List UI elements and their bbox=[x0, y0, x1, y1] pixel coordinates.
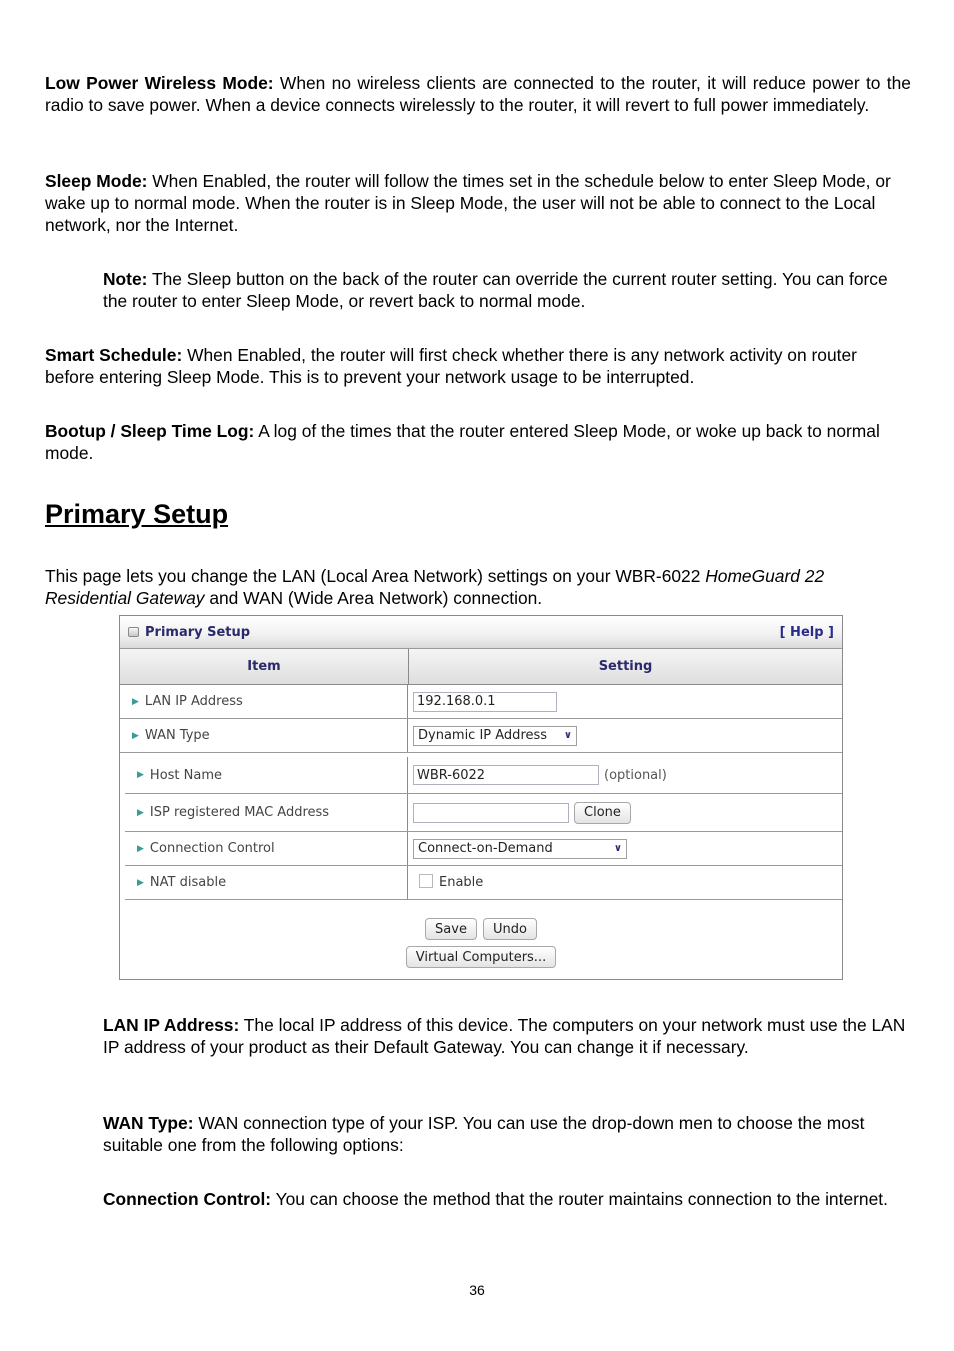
row-arrow-icon: ▶ bbox=[137, 843, 144, 854]
sleep-mode-paragraph: Sleep Mode: When Enabled, the router wil… bbox=[45, 170, 911, 236]
note-paragraph: Note: The Sleep button on the back of th… bbox=[103, 268, 911, 312]
lan-ip-label: LAN IP Address bbox=[144, 694, 243, 709]
connection-control-desc-text: You can choose the method that the route… bbox=[271, 1189, 888, 1209]
table-header: Item Setting bbox=[120, 649, 842, 685]
host-name-optional-note: (optional) bbox=[604, 767, 667, 783]
connection-control-description: Connection Control: You can choose the m… bbox=[103, 1188, 911, 1210]
intro-text-1: This page lets you change the LAN (Local… bbox=[45, 566, 706, 586]
save-button[interactable]: Save bbox=[425, 918, 477, 940]
connection-control-value: Connect-on-Demand bbox=[418, 841, 553, 856]
row-arrow-icon: ▶ bbox=[132, 696, 139, 707]
panel-title-bar: Primary Setup [ Help ] bbox=[120, 616, 842, 649]
chevron-down-icon: ∨ bbox=[613, 843, 622, 854]
bootup-log-paragraph: Bootup / Sleep Time Log: A log of the ti… bbox=[45, 420, 911, 464]
note-label: Note: bbox=[103, 269, 148, 289]
panel-title: Primary Setup bbox=[145, 624, 251, 640]
lan-ip-desc-label: LAN IP Address: bbox=[103, 1015, 240, 1035]
low-power-label: Low Power Wireless Mode: bbox=[45, 73, 274, 93]
table-row: ▶ NAT disable Enable bbox=[125, 866, 842, 900]
table-row: ▶ Host Name (optional) bbox=[125, 757, 842, 794]
wan-type-desc-text: WAN connection type of your ISP. You can… bbox=[103, 1113, 865, 1155]
intro-text-2: and WAN (Wide Area Network) connection. bbox=[204, 588, 543, 608]
table-row: ▶ ISP registered MAC Address Clone bbox=[125, 794, 842, 832]
help-link[interactable]: [ Help ] bbox=[780, 625, 834, 640]
nat-enable-label: Enable bbox=[439, 875, 484, 890]
section-heading: Primary Setup bbox=[45, 499, 229, 529]
wan-type-desc-label: WAN Type: bbox=[103, 1113, 194, 1133]
button-area: Save Undo Virtual Computers... bbox=[120, 900, 842, 968]
table-row: ▶ LAN IP Address bbox=[120, 685, 842, 719]
lan-ip-input[interactable] bbox=[413, 691, 557, 712]
connection-control-label: Connection Control bbox=[149, 841, 275, 856]
connection-control-desc-label: Connection Control: bbox=[103, 1189, 272, 1209]
nat-disable-label: NAT disable bbox=[149, 875, 227, 890]
page-number: 36 bbox=[469, 1282, 485, 1298]
host-name-input[interactable] bbox=[413, 765, 599, 785]
chevron-down-icon: ∨ bbox=[563, 730, 572, 741]
column-header-setting: Setting bbox=[598, 659, 653, 674]
mac-address-input[interactable] bbox=[413, 802, 569, 823]
table-row: ▶ Connection Control Connect-on-Demand ∨ bbox=[125, 832, 842, 866]
nat-enable-checkbox[interactable] bbox=[419, 873, 433, 888]
connection-control-select[interactable]: Connect-on-Demand ∨ bbox=[413, 838, 627, 859]
note-text: The Sleep button on the back of the rout… bbox=[103, 269, 888, 311]
panel-bullet-icon bbox=[128, 627, 139, 637]
mac-address-label: ISP registered MAC Address bbox=[149, 805, 330, 820]
wan-type-select[interactable]: Dynamic IP Address ∨ bbox=[413, 725, 577, 746]
smart-schedule-label: Smart Schedule: bbox=[45, 345, 183, 365]
virtual-computers-button[interactable]: Virtual Computers... bbox=[405, 946, 557, 968]
smart-schedule-paragraph: Smart Schedule: When Enabled, the router… bbox=[45, 344, 911, 388]
bootup-log-label: Bootup / Sleep Time Log: bbox=[45, 421, 255, 441]
wan-type-description: WAN Type: WAN connection type of your IS… bbox=[103, 1112, 911, 1156]
wan-type-value: Dynamic IP Address bbox=[418, 728, 548, 743]
wan-type-label: WAN Type bbox=[144, 728, 210, 743]
table-row: ▶ WAN Type Dynamic IP Address ∨ bbox=[120, 719, 842, 753]
sleep-mode-text: When Enabled, the router will follow the… bbox=[45, 171, 891, 235]
clone-button[interactable]: Clone bbox=[574, 801, 631, 824]
lan-ip-description: LAN IP Address: The local IP address of … bbox=[103, 1014, 911, 1058]
low-power-paragraph: Low Power Wireless Mode: When no wireles… bbox=[45, 72, 911, 116]
primary-setup-panel: Primary Setup [ Help ] Item Setting ▶ LAN… bbox=[119, 615, 843, 980]
undo-button[interactable]: Undo bbox=[482, 918, 537, 940]
host-name-label: Host Name bbox=[149, 767, 223, 783]
row-arrow-icon: ▶ bbox=[137, 877, 144, 888]
section-intro: This page lets you change the LAN (Local… bbox=[45, 565, 911, 609]
row-arrow-icon: ▶ bbox=[137, 770, 144, 780]
row-arrow-icon: ▶ bbox=[137, 807, 144, 818]
row-arrow-icon: ▶ bbox=[132, 730, 139, 741]
sleep-mode-label: Sleep Mode: bbox=[45, 171, 148, 191]
column-header-item: Item bbox=[120, 649, 409, 684]
